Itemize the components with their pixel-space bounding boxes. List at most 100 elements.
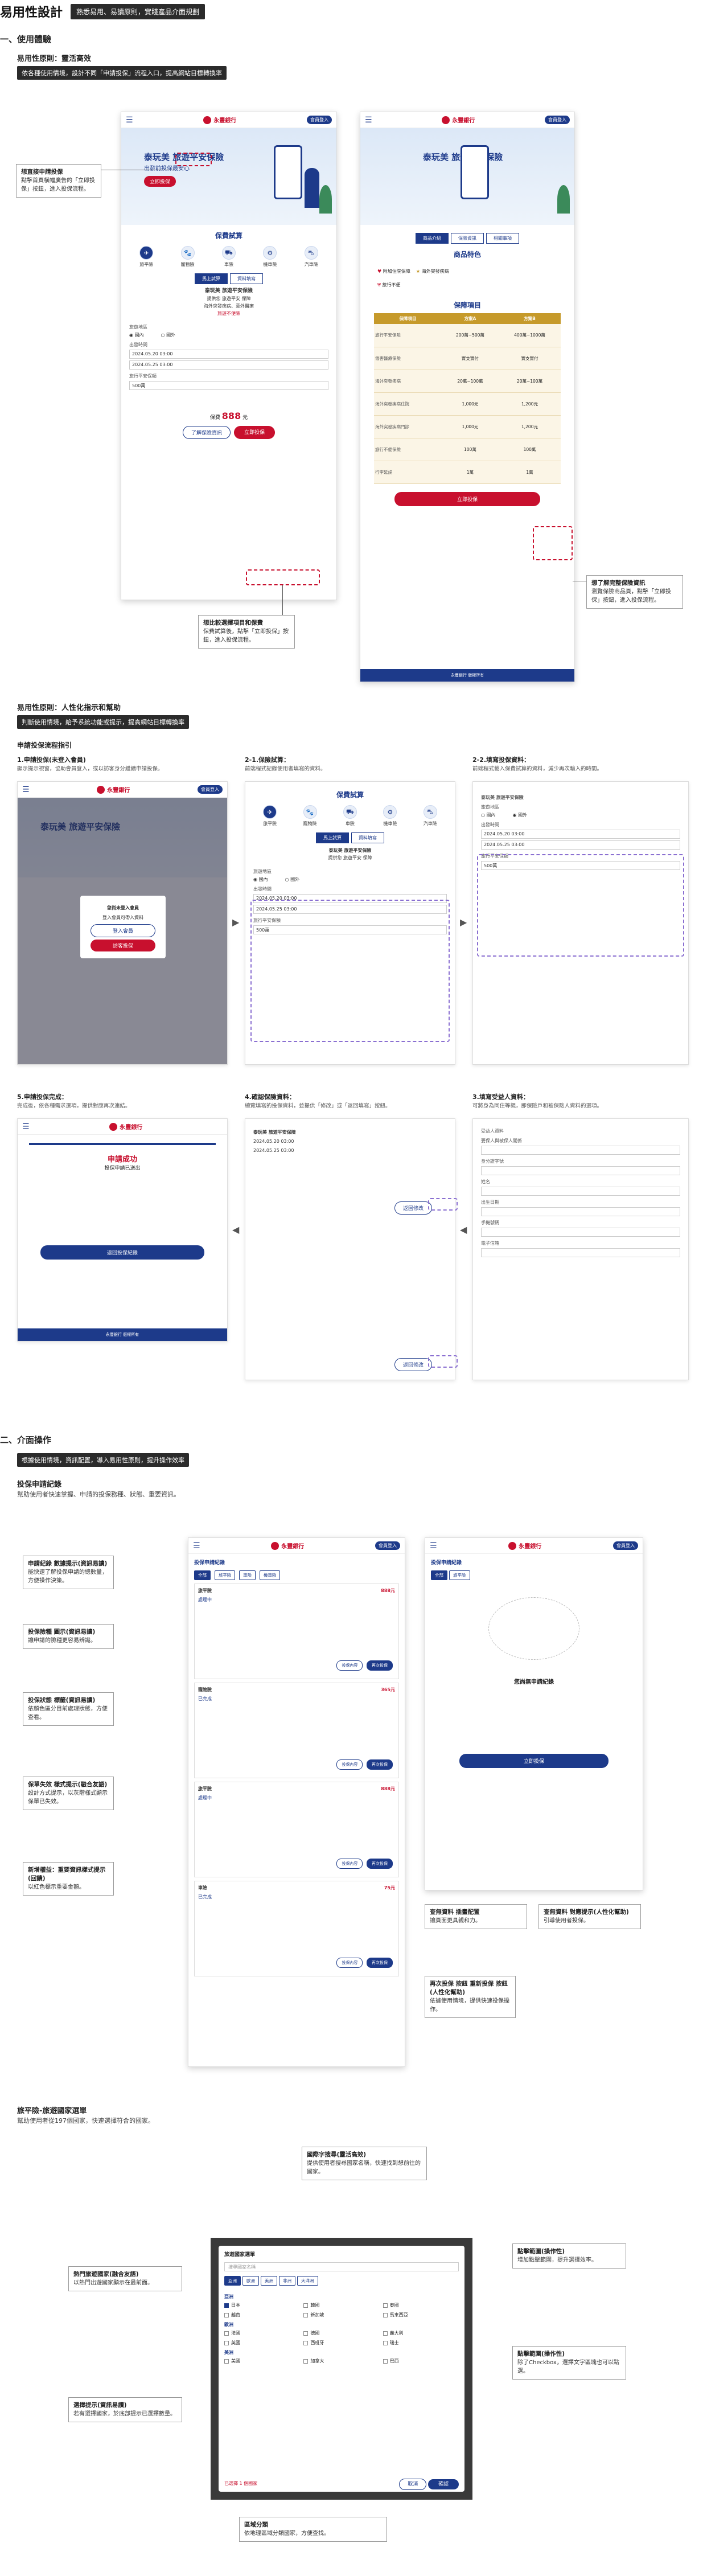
country-option[interactable]: 新加坡	[303, 2312, 379, 2318]
country-option[interactable]: 德國	[303, 2330, 379, 2336]
form-label: 電子信箱	[481, 1241, 499, 1246]
records-empty-screen: ☰ 永豐銀行 會員登入 投保申請紀錄 全部 旅平險 您尚無申請紀錄 立即投保	[425, 1537, 643, 1890]
region-chip[interactable]: 非洲	[279, 2276, 295, 2286]
record-callout: 新增權益：重要資訊樣式提示(回饋) 以紅色標示重要金額。	[23, 1862, 114, 1896]
menu-icon: ☰	[22, 785, 30, 794]
country-option[interactable]: 法國	[224, 2330, 300, 2336]
country-option[interactable]: 西班牙	[303, 2340, 379, 2346]
record-card: 旅平險 888元 處理中 投保內容 再次投保	[194, 1584, 399, 1679]
plane-icon: ✈	[139, 246, 154, 260]
login-button[interactable]: 會員登入	[545, 116, 570, 124]
radio-abroad[interactable]: ○ 國外	[161, 332, 176, 338]
status-badge: 已完成	[198, 1696, 212, 1701]
arrow-right-icon: ▶	[460, 917, 467, 928]
tab-info[interactable]: 保險資訊	[451, 233, 484, 244]
apply-button[interactable]: 立即投保	[234, 426, 276, 439]
type-moto[interactable]: ⚙ 機車險	[263, 246, 277, 268]
empty-apply-button[interactable]: 立即投保	[459, 1754, 609, 1768]
selected-count: 已選擇 1 個國家	[224, 2481, 258, 2486]
empty-illustration	[488, 1597, 579, 1660]
region-chip[interactable]: 大洋洲	[297, 2276, 318, 2286]
record-detail-button[interactable]: 投保內容	[336, 1759, 363, 1770]
checkbox-icon	[383, 2312, 388, 2317]
country-option[interactable]: 馬來西亞	[383, 2312, 459, 2318]
tab-quick-calc[interactable]: 馬上試算	[195, 273, 228, 284]
checkbox-icon	[224, 2358, 229, 2364]
highlight-saved-data	[250, 900, 450, 1042]
coverage-cell: 行李延誤	[374, 461, 442, 484]
form-field[interactable]	[481, 1146, 680, 1155]
region-heading: 歐洲	[224, 2322, 233, 2327]
edit-button[interactable]: 返回修改	[394, 1358, 432, 1371]
hero-apply-button[interactable]: 立即投保	[144, 176, 176, 187]
record-detail-button[interactable]: 投保內容	[336, 1859, 363, 1869]
region-chip[interactable]: 美洲	[261, 2276, 277, 2286]
checkbox-icon	[383, 2358, 388, 2364]
edit-button[interactable]: 返回修改	[394, 1201, 432, 1215]
type-car[interactable]: ⛟ 車險	[221, 246, 236, 268]
region-chip[interactable]: 亞洲	[224, 2276, 241, 2286]
form-field[interactable]	[481, 1248, 680, 1257]
amount-select[interactable]: 500萬	[129, 381, 328, 390]
moto-icon: ⚙	[383, 805, 397, 819]
type-travel[interactable]: ✈ 旅平險	[139, 246, 154, 268]
date-start-field[interactable]: 2024.05.20 03:00	[129, 350, 328, 359]
date-end-field[interactable]: 2024.05.25 03:00	[129, 360, 328, 370]
filter-chips: 全部 旅平險 車險 機車險	[188, 1570, 405, 1580]
record-callout: 保單失效 樣式提示(融合友語) 設計方式提示，以灰階樣式顯示保單已失效。	[23, 1777, 114, 1810]
form-field[interactable]	[481, 1207, 680, 1216]
country-option[interactable]: 瑞士	[383, 2340, 459, 2346]
confirm-button[interactable]: 確認	[427, 2479, 459, 2489]
country-option[interactable]: 美國	[224, 2358, 300, 2364]
bank-logo: 永豐銀行	[203, 116, 236, 124]
country-option[interactable]: 義大利	[383, 2330, 459, 2336]
record-card: 寵物險 365元 已完成 投保內容 再次投保	[194, 1683, 399, 1778]
cancel-button[interactable]: 取消	[399, 2479, 427, 2490]
modal-guest-button[interactable]: 訪客投保	[91, 940, 155, 951]
login-button[interactable]: 會員登入	[307, 116, 332, 124]
modal-login-button[interactable]: 登入會員	[91, 924, 155, 937]
country-option[interactable]: 英國	[224, 2340, 300, 2346]
form-field[interactable]	[481, 1166, 680, 1175]
records-title: 投保申請紀錄	[17, 1480, 62, 1489]
record-detail-button[interactable]: 投保內容	[336, 1958, 363, 1968]
section-1-tag: 依各種使用情境，設計不同「申請投保」流程入口，提高網站目標轉換率	[17, 66, 227, 80]
menu-icon[interactable]: ☰	[365, 116, 372, 125]
country-title: 旅平險-旅遊國家選單	[17, 2107, 87, 2115]
form-field[interactable]	[481, 1187, 680, 1196]
radio-domestic[interactable]: ◉ 國內	[129, 332, 144, 338]
tab-intro[interactable]: 商品介紹	[416, 233, 449, 244]
record-reapply-button[interactable]: 再次投保	[367, 1660, 393, 1671]
region-heading: 美洲	[224, 2350, 233, 2355]
tab-fill-data[interactable]: 資料填寫	[230, 273, 263, 284]
record-type: 車險	[198, 1885, 207, 1890]
menu-icon[interactable]: ☰	[126, 116, 133, 125]
menu-icon: ☰	[430, 1541, 437, 1550]
record-reapply-button[interactable]: 再次投保	[367, 1759, 393, 1770]
login-button: 會員登入	[613, 1541, 638, 1550]
country-option[interactable]: 日本	[224, 2302, 300, 2308]
checkbox-icon	[224, 2331, 229, 2336]
coverage-cell: 400萬~1000萬	[499, 324, 561, 347]
record-reapply-button[interactable]: 再次投保	[367, 1859, 393, 1869]
country-option[interactable]: 越南	[224, 2312, 300, 2318]
country-option[interactable]: 加拿大	[303, 2358, 379, 2364]
more-info-button[interactable]: 了解保險資訊	[182, 426, 231, 439]
type-pet[interactable]: 🐾 寵物險	[180, 246, 195, 268]
step-5-desc: 完成後，依各種需求選項，提供對應再次連結。	[17, 1103, 131, 1109]
records-screen: ☰ 永豐銀行 會員登入 投保申請紀錄 全部 旅平險 車險 機車險 旅平險 888…	[188, 1537, 405, 2067]
form-field[interactable]	[481, 1228, 680, 1237]
heart-icon: ♥	[377, 269, 382, 274]
country-option[interactable]: 巴西	[383, 2358, 459, 2364]
record-detail-button[interactable]: 投保內容	[336, 1660, 363, 1671]
back-records-button[interactable]: 返回投保紀錄	[40, 1245, 204, 1260]
region-chip[interactable]: 歐洲	[242, 2276, 259, 2286]
apply-button[interactable]: 立即投保	[394, 491, 540, 506]
record-reapply-button[interactable]: 再次投保	[367, 1958, 393, 1968]
country-option[interactable]: 泰國	[383, 2302, 459, 2308]
tab-related[interactable]: 相關事項	[486, 233, 519, 244]
country-search-input[interactable]: 搜尋國家名稱	[224, 2262, 459, 2271]
coverage-row: 海外突發疾病 20萬~100萬 20萬~100萬	[374, 370, 561, 393]
type-auto[interactable]: ⛍ 汽車險	[304, 246, 318, 268]
country-option[interactable]: 韓國	[303, 2302, 379, 2308]
